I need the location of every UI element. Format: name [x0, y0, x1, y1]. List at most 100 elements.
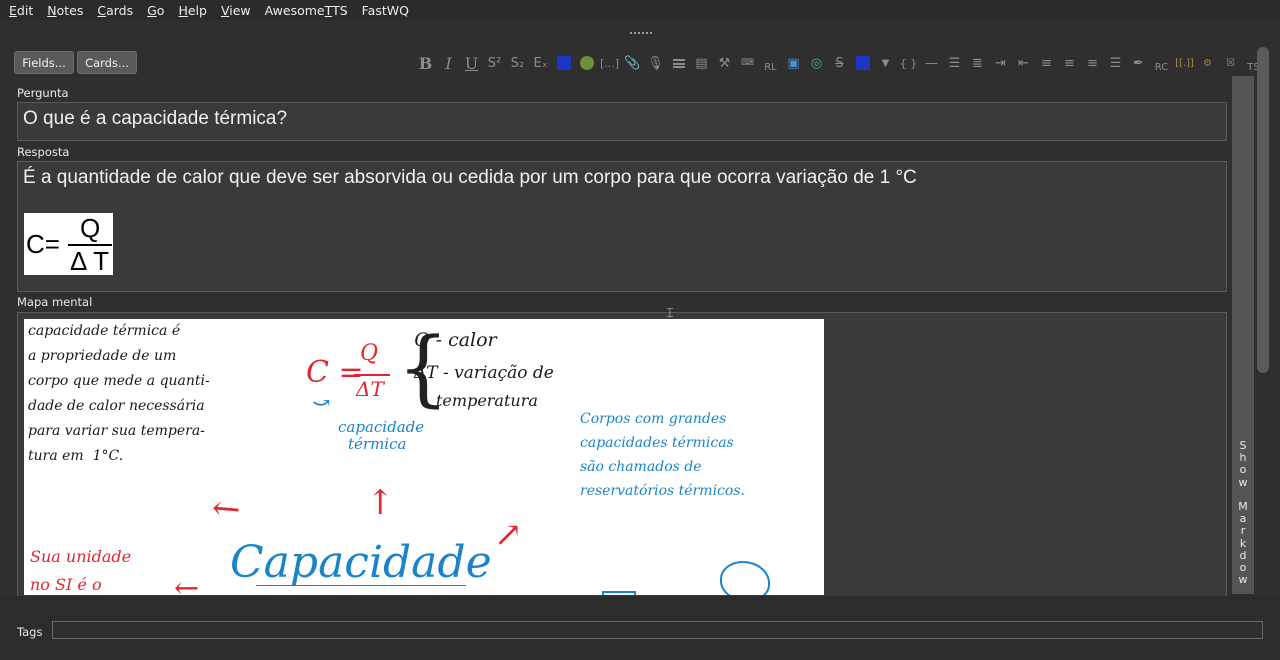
c-label-line: capacidade: [338, 418, 425, 436]
mindmap-legend-q: Q - calor: [414, 329, 497, 351]
arrow-up-right-icon: ↗: [494, 515, 523, 555]
arrow-left-icon: ←: [174, 571, 200, 595]
tools-icon[interactable]: ⚒: [713, 52, 736, 74]
menu-bar: Edit Notes Cards Go Help View AwesomeTTS FastWQ: [0, 0, 1280, 20]
align-right-icon[interactable]: ≡: [1081, 52, 1104, 74]
justify-icon[interactable]: ☰: [1104, 52, 1127, 74]
show-markdown-toggle[interactable]: Show Markdow: [1233, 439, 1253, 587]
menu-item-help[interactable]: Help: [178, 3, 207, 18]
formula-denominator: Δ T: [70, 246, 110, 276]
defn-line: tura em 1°C.: [28, 448, 124, 464]
background-swatch-icon: [855, 56, 870, 70]
subscript-button[interactable]: S₂: [506, 52, 529, 74]
tags-label: Tags: [17, 625, 43, 639]
formula-image: C= Q Δ T: [24, 213, 113, 276]
mapa-field[interactable]: capacidade térmica é a propriedade de um c…: [17, 312, 1227, 596]
image-icon[interactable]: ▣: [782, 52, 805, 74]
html-editor-icon[interactable]: ⌨: [736, 52, 759, 74]
formula-lhs: C=: [26, 229, 60, 259]
reserv-line: são chamados de: [580, 459, 702, 475]
align-center-icon[interactable]: ≡: [1035, 52, 1058, 74]
align-left-icon[interactable]: ≡: [1058, 52, 1081, 74]
code-braces-button[interactable]: { }: [897, 52, 920, 74]
arrow-up-icon: ↑: [366, 483, 395, 523]
resposta-text: É a quantidade de calor que deve ser abs…: [23, 167, 917, 188]
pergunta-field[interactable]: O que é a capacidade térmica?: [17, 102, 1227, 141]
c-label-line: térmica: [348, 435, 407, 453]
fields-button[interactable]: Fields...: [14, 51, 74, 74]
reserv-line: Corpos com grandes: [580, 411, 727, 427]
reserv-line: reservatórios térmicos.: [580, 483, 745, 499]
field-label-mapa: Mapa mental: [17, 295, 93, 309]
highlight-color-button[interactable]: [575, 52, 598, 74]
menu-item-view[interactable]: View: [221, 3, 251, 18]
settings-icon[interactable]: ⚙: [1196, 52, 1219, 74]
show-markdown-letter: k: [1239, 536, 1247, 550]
cards-button[interactable]: Cards...: [77, 51, 137, 74]
show-markdown-letter: r: [1240, 524, 1246, 538]
blue-arrow-icon: ⤻: [312, 391, 331, 416]
clear-format-button[interactable]: Eₓ: [529, 52, 552, 74]
show-markdown-letter: w: [1238, 573, 1248, 587]
pergunta-text: O que é a capacidade térmica?: [23, 108, 288, 129]
menu-item-notes[interactable]: Notes: [47, 3, 83, 18]
mind-map-image: capacidade térmica é a propriedade de um c…: [24, 319, 824, 595]
resposta-field[interactable]: É a quantidade de calor que deve ser abs…: [17, 161, 1227, 292]
superscript-button[interactable]: S²: [483, 52, 506, 74]
underline-button[interactable]: U: [460, 52, 483, 74]
reserv-line: capacidades térmicas: [580, 435, 734, 451]
menu-item-go[interactable]: Go: [147, 3, 164, 18]
cloze-button[interactable]: [...]: [598, 52, 621, 74]
cloze-tag-button[interactable]: [[.]]: [1173, 52, 1196, 74]
cross-out-icon[interactable]: ☒: [1219, 52, 1242, 74]
highlight-swatch-icon: [579, 56, 594, 70]
field-label-pergunta: Pergunta: [17, 86, 69, 100]
arrow-up-left-icon: ↖: [202, 484, 251, 534]
field-label-resposta: Resposta: [17, 145, 70, 159]
drag-handle[interactable]: [630, 32, 652, 36]
text-color-button[interactable]: [552, 52, 575, 74]
formula-numerator: Q: [80, 213, 101, 243]
tags-input[interactable]: [52, 621, 1263, 639]
mindmap-center: Capacidade: [230, 537, 492, 588]
pin-icon[interactable]: ✒: [1127, 52, 1150, 74]
bold-button[interactable]: B: [414, 52, 437, 74]
more-menu-icon[interactable]: [667, 52, 690, 74]
mindmap-legend-dt: ΔT - variação de: [414, 363, 554, 383]
attach-icon[interactable]: 📎: [621, 52, 644, 74]
defn-line: a propriedade de um: [28, 348, 177, 364]
mindmap-c-label: capacidade térmica: [338, 419, 424, 453]
italic-button[interactable]: I: [437, 52, 460, 74]
cloud-doodle-icon: [720, 561, 770, 595]
defn-line: capacidade térmica é: [28, 323, 181, 339]
rtl-button[interactable]: RL: [759, 52, 782, 74]
record-audio-icon[interactable]: 🎙: [644, 52, 667, 74]
horizontal-rule-icon[interactable]: —: [920, 52, 943, 74]
mindmap-formula-lhs: C =: [306, 355, 364, 390]
dropdown-arrow-icon[interactable]: ▼: [874, 52, 897, 74]
defn-line: para variar sua tempera-: [28, 423, 205, 439]
web-icon[interactable]: ◎: [805, 52, 828, 74]
rc-button[interactable]: RC: [1150, 52, 1173, 74]
menu-item-edit[interactable]: Edit: [9, 3, 33, 18]
background-color-button[interactable]: [851, 52, 874, 74]
bullet-list-icon[interactable]: ☰: [943, 52, 966, 74]
text-cursor-icon: ⌶: [666, 306, 674, 321]
menu-item-fastwq[interactable]: FastWQ: [362, 3, 409, 18]
defn-line: corpo que mede a quanti-: [28, 373, 210, 389]
show-markdown-letter: w: [1238, 475, 1248, 489]
strikethrough-icon[interactable]: S: [828, 52, 851, 74]
mindmap-formula-num: Q: [360, 341, 379, 366]
show-markdown-letter: o: [1239, 463, 1247, 477]
menu-item-cards[interactable]: Cards: [97, 3, 133, 18]
indent-icon[interactable]: ⇥: [989, 52, 1012, 74]
mindmap-formula-den: ΔT: [356, 377, 384, 401]
mindmap-fraction-bar: [354, 374, 390, 376]
menu-item-awesometts[interactable]: AwesomeTTS: [265, 3, 348, 18]
outdent-icon[interactable]: ⇤: [1012, 52, 1035, 74]
unit-line: no SI é o: [30, 575, 102, 594]
numbered-list-icon[interactable]: ≣: [966, 52, 989, 74]
table-icon[interactable]: ▤: [690, 52, 713, 74]
unit-line: Sua unidade: [30, 547, 132, 566]
vertical-scrollbar[interactable]: [1257, 47, 1269, 373]
